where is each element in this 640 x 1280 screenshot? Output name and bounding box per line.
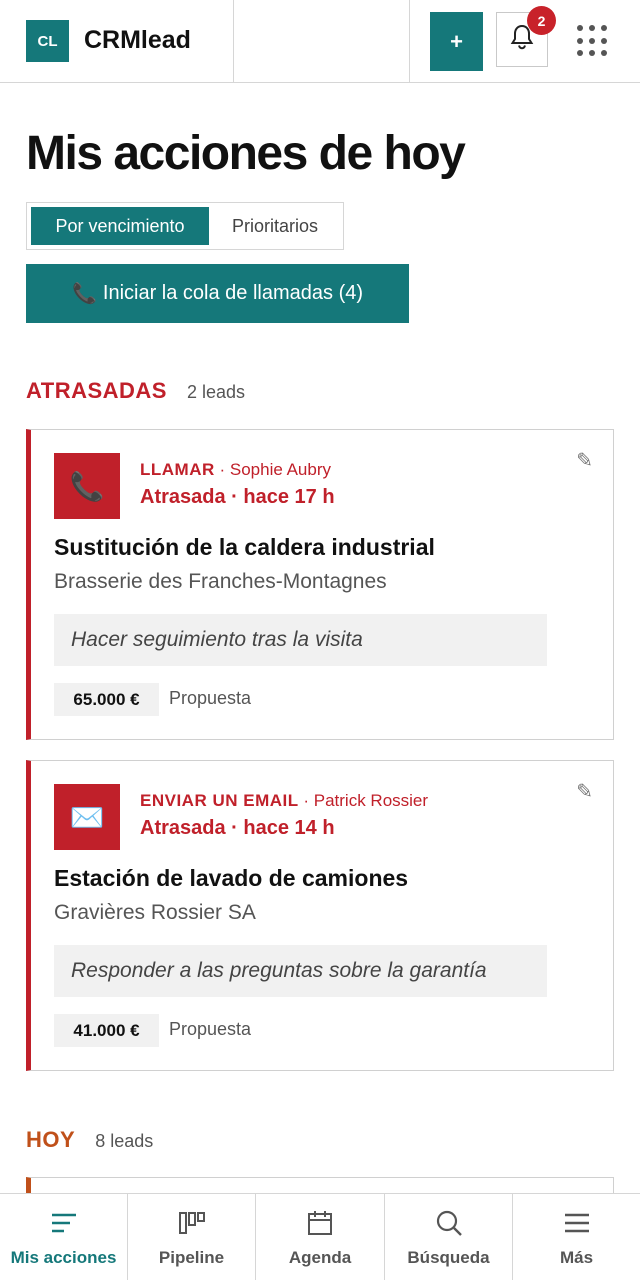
- action-type-line: LLAMAR · Sophie Aubry: [140, 460, 331, 480]
- pencil-icon[interactable]: ✎: [576, 448, 593, 473]
- section-label: ATRASADAS: [26, 378, 167, 403]
- section-header-today: HOY 8 leads: [26, 1127, 153, 1153]
- overdue-status: Atrasada · hace 17 h: [140, 486, 335, 508]
- section-count: 2 leads: [186, 382, 246, 402]
- nav-label: Mis acciones: [10, 1247, 117, 1267]
- sort-segmented-control: Por vencimiento Prioritarios: [26, 202, 344, 250]
- phone-icon: 📞: [54, 453, 120, 519]
- tab-prioritarios[interactable]: Prioritarios: [213, 207, 337, 245]
- add-button[interactable]: +: [430, 12, 483, 71]
- deal-stage: Propuesta: [169, 688, 252, 708]
- nav-busqueda[interactable]: Búsqueda: [385, 1194, 512, 1280]
- deal-stage: Propuesta: [169, 1019, 252, 1039]
- deal-amount: 65.000 €: [54, 683, 159, 716]
- tab-por-vencimiento[interactable]: Por vencimiento: [31, 207, 209, 245]
- nav-agenda[interactable]: Agenda: [256, 1194, 384, 1280]
- envelope-icon: ✉️: [54, 784, 120, 850]
- section-count: 8 leads: [95, 1131, 154, 1151]
- nav-mis-acciones[interactable]: Mis acciones: [0, 1194, 127, 1280]
- list-icon: [50, 1208, 78, 1238]
- separator: ·: [214, 460, 230, 479]
- brand-name[interactable]: CRMlead: [84, 26, 191, 55]
- section-label: HOY: [26, 1127, 76, 1152]
- action-note: Hacer seguimiento tras la visita: [54, 614, 547, 666]
- nav-mas[interactable]: Más: [513, 1194, 640, 1280]
- overdue-status: Atrasada · hace 14 h: [140, 817, 335, 839]
- action-type-line: ENVIAR UN EMAIL · Patrick Rossier: [140, 791, 428, 811]
- call-queue-label: Iniciar la cola de llamadas (4): [102, 282, 364, 304]
- action-card[interactable]: ✉️ ENVIAR UN EMAIL · Patrick Rossier Atr…: [26, 760, 614, 1071]
- app-header: CL CRMlead + 2: [0, 0, 640, 83]
- notification-badge[interactable]: 2: [527, 6, 556, 35]
- phone-icon: 📞: [71, 283, 97, 305]
- logo[interactable]: CL: [26, 20, 69, 62]
- start-call-queue-button[interactable]: 📞 Iniciar la cola de llamadas (4): [26, 264, 409, 323]
- apps-grid-icon[interactable]: [572, 22, 610, 60]
- separator: ·: [298, 791, 314, 810]
- action-note: Responder a las preguntas sobre la garan…: [54, 945, 547, 997]
- company-name: Gravières Rossier SA: [54, 901, 256, 924]
- pencil-icon[interactable]: ✎: [576, 779, 593, 804]
- contact-name[interactable]: Sophie Aubry: [230, 460, 331, 479]
- action-card[interactable]: 📞 LLAMAR · Sophie Aubry Atrasada · hace …: [26, 429, 614, 740]
- nav-label: Pipeline: [158, 1247, 225, 1267]
- kanban-icon: [178, 1208, 206, 1238]
- nav-pipeline[interactable]: Pipeline: [128, 1194, 255, 1280]
- deal-title[interactable]: Sustitución de la caldera industrial: [54, 534, 435, 561]
- page-title: Mis acciones de hoy: [26, 127, 466, 180]
- header-divider: [233, 0, 234, 83]
- deal-amount: 41.000 €: [54, 1014, 159, 1047]
- section-header-overdue: ATRASADAS 2 leads: [26, 378, 245, 404]
- nav-label: Agenda: [288, 1247, 352, 1267]
- calendar-icon: [306, 1208, 334, 1238]
- bottom-nav: Mis acciones Pipeline Agenda Búsqueda Má…: [0, 1193, 640, 1280]
- company-name: Brasserie des Franches-Montagnes: [54, 570, 387, 593]
- menu-icon: [563, 1208, 591, 1238]
- search-icon: [435, 1208, 463, 1238]
- nav-label: Más: [559, 1247, 594, 1267]
- contact-name[interactable]: Patrick Rossier: [314, 791, 428, 810]
- nav-label: Búsqueda: [407, 1247, 490, 1267]
- deal-title[interactable]: Estación de lavado de camiones: [54, 865, 408, 892]
- action-type: ENVIAR UN EMAIL: [140, 791, 299, 810]
- header-divider: [409, 0, 410, 83]
- action-type: LLAMAR: [140, 460, 215, 479]
